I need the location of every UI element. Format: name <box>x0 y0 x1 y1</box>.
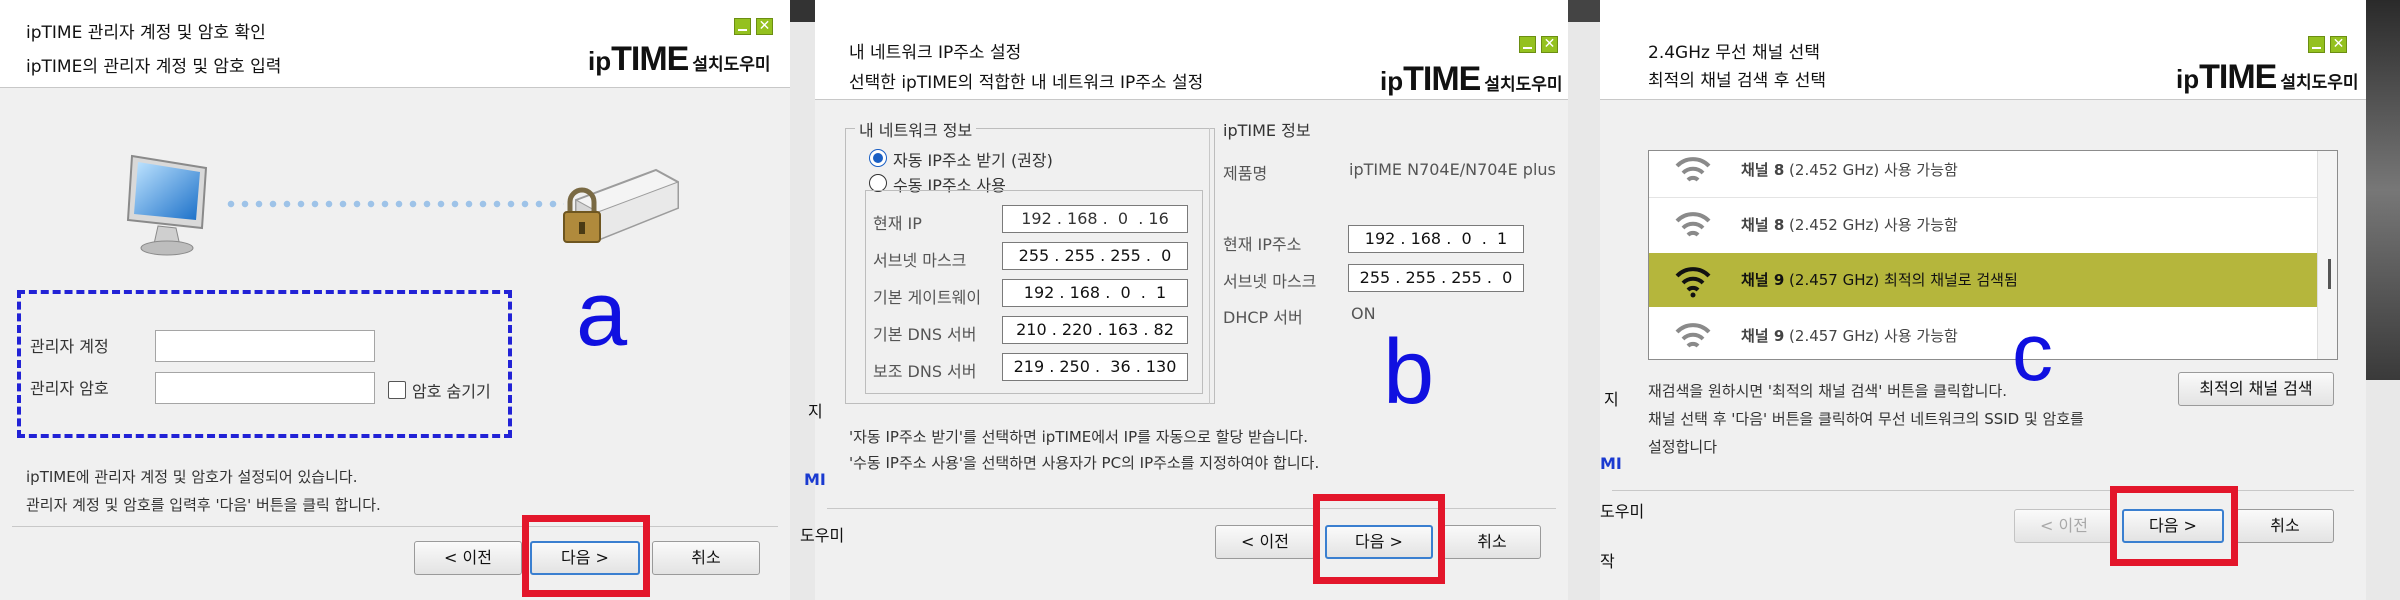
desktop-background-strip-2 <box>1568 0 1600 600</box>
dialog-subtitle: 선택한 ipTIME의 적합한 내 네트워크 IP주소 설정 <box>849 73 1204 93</box>
bg-text: 지 <box>808 402 823 421</box>
annotation-letter-a: a <box>576 263 628 365</box>
wifi-signal-icon <box>1675 267 1711 298</box>
field-gateway[interactable]: 192 . 168 . 0 . 1 <box>1002 279 1188 307</box>
cancel-button[interactable]: 취소 <box>652 541 760 575</box>
radio-auto-ip-label: 자동 IP주소 받기 (권장) <box>893 151 1053 170</box>
info-line-2: 채널 선택 후 '다음' 버튼을 클릭하여 무선 네트워크의 SSID 및 암호… <box>1648 410 2084 428</box>
back-button[interactable]: < 이전 <box>2014 509 2114 543</box>
bg-text: 도우미 <box>1600 502 1645 521</box>
field-label-gateway: 기본 게이트웨이 <box>873 288 982 307</box>
iptime-logo: ipTIME 설치도우미 <box>588 40 771 78</box>
annotation-letter-b: b <box>1383 321 1435 423</box>
iptime-info-group-title: ipTIME 정보 <box>1219 117 1315 141</box>
info-line-2: 관리자 계정 및 암호를 입력후 '다음' 버튼을 클릭 합니다. <box>26 496 381 514</box>
admin-pw-label: 관리자 암호 <box>30 379 109 398</box>
field-dns2[interactable]: 219 . 250 . 36 . 130 <box>1002 353 1188 381</box>
wifi-signal-icon <box>1675 157 1711 182</box>
dhcp-value: ON <box>1351 304 1376 323</box>
wifi-signal-icon <box>1675 212 1711 237</box>
hide-password-label: 암호 숨기기 <box>412 382 491 401</box>
pc-icon <box>126 154 208 256</box>
field-label-subnet: 서브넷 마스크 <box>873 251 967 270</box>
channel-row[interactable]: 채널 9 (2.457 GHz) 사용 가능함 <box>1649 309 2317 359</box>
info-line-1: 재검색을 원하시면 '최적의 채널 검색' 버튼을 클릭합니다. <box>1648 382 2008 400</box>
field-label-dns2: 보조 DNS 서버 <box>873 362 977 381</box>
minimize-button[interactable] <box>734 18 751 35</box>
hide-password-checkbox[interactable] <box>388 381 406 399</box>
wifi-signal-icon <box>1675 323 1711 348</box>
admin-id-label: 관리자 계정 <box>30 337 109 356</box>
router-ip-value: 192 . 168 . 0 . 1 <box>1348 225 1524 253</box>
field-dns1[interactable]: 210 . 220 . 163 . 82 <box>1002 316 1188 344</box>
close-button[interactable]: ✕ <box>2330 36 2347 53</box>
lock-icon <box>563 187 601 243</box>
channel-list[interactable]: 채널 8 (2.452 GHz) 사용 가능함 채널 8 (2.452 GHz)… <box>1648 150 2338 360</box>
next-button-highlight <box>522 515 650 597</box>
scroll-thumb[interactable] <box>2328 259 2331 289</box>
next-button-highlight <box>1313 494 1445 584</box>
close-button[interactable]: ✕ <box>756 18 773 35</box>
router-mask-label: 서브넷 마스크 <box>1223 272 1317 291</box>
router-ip-label: 현재 IP주소 <box>1223 235 1302 254</box>
iptime-logo: ipTIME 설치도우미 <box>2176 58 2359 96</box>
dialog-title: ipTIME 관리자 계정 및 암호 확인 <box>26 23 266 43</box>
my-network-group-title: 내 네트워크 정보 <box>855 117 977 141</box>
bg-text: 작 <box>1600 552 1615 571</box>
product-label: 제품명 <box>1223 164 1268 183</box>
connection-dots <box>224 200 564 208</box>
info-line-2: '수동 IP주소 사용'을 선택하면 사용자가 PC의 IP주소를 지정하여야 … <box>849 454 1320 472</box>
dialog-admin-account: ipTIME 관리자 계정 및 암호 확인 ipTIME의 관리자 계정 및 암… <box>0 0 790 600</box>
bg-text: 도우미 <box>800 526 845 545</box>
minimize-button[interactable] <box>1519 36 1536 53</box>
admin-id-input[interactable] <box>155 330 375 362</box>
radio-auto-ip[interactable] <box>869 149 887 167</box>
channel-row[interactable]: 채널 8 (2.452 GHz) 사용 가능함 <box>1649 151 2317 197</box>
back-button[interactable]: < 이전 <box>414 541 522 575</box>
field-label-current-ip: 현재 IP <box>873 214 922 233</box>
bg-text: MI <box>1600 454 1622 473</box>
dhcp-label: DHCP 서버 <box>1223 308 1303 327</box>
field-label-dns1: 기본 DNS 서버 <box>873 325 977 344</box>
bg-text: MI <box>804 470 826 489</box>
annotation-letter-c: c <box>2012 307 2053 398</box>
info-line-1: '자동 IP주소 받기'를 선택하면 ipTIME에서 IP를 자동으로 할당 … <box>849 428 1308 446</box>
channel-row[interactable]: 채널 8 (2.452 GHz) 사용 가능함 <box>1649 197 2317 251</box>
product-value: ipTIME N704E/N704E plus <box>1349 160 1556 179</box>
close-button[interactable]: ✕ <box>1541 36 1558 53</box>
field-current-ip[interactable]: 192 . 168 . 0 . 16 <box>1002 205 1188 233</box>
dialog-header: ipTIME 관리자 계정 및 암호 확인 ipTIME의 관리자 계정 및 암… <box>0 0 790 88</box>
router-mask-value: 255 . 255 . 255 . 0 <box>1348 264 1524 292</box>
dialog-wireless-channel: 2.4GHz 무선 채널 선택 최적의 채널 검색 후 선택 ipTIME 설치도… <box>1600 0 2366 600</box>
minimize-button[interactable] <box>2308 36 2325 53</box>
dialog-title: 내 네트워크 IP주소 설정 <box>849 43 1022 63</box>
iptime-logo: ipTIME 설치도우미 <box>1380 60 1563 98</box>
footer-separator <box>1612 490 2354 491</box>
optimal-channel-search-button[interactable]: 최적의 채널 검색 <box>2178 372 2334 406</box>
info-line-3: 설정합니다 <box>1648 438 1718 456</box>
info-line-1: ipTIME에 관리자 계정 및 암호가 설정되어 있습니다. <box>26 468 358 486</box>
channel-list-scrollbar[interactable] <box>2317 151 2337 359</box>
footer-separator <box>827 508 1556 509</box>
field-subnet[interactable]: 255 . 255 . 255 . 0 <box>1002 242 1188 270</box>
desktop-background-strip-1 <box>790 0 815 600</box>
bg-text: 지 <box>1604 390 1619 409</box>
admin-pw-input[interactable] <box>155 372 375 404</box>
dialog-subtitle: ipTIME의 관리자 계정 및 암호 입력 <box>26 57 282 77</box>
dialog-title: 2.4GHz 무선 채널 선택 <box>1648 43 1820 63</box>
back-button[interactable]: < 이전 <box>1215 525 1315 559</box>
credentials-highlight-box <box>17 290 512 438</box>
cancel-button[interactable]: 취소 <box>1443 525 1541 559</box>
desktop-background-strip-3 <box>2366 0 2400 600</box>
next-button-highlight <box>2110 486 2238 566</box>
dialog-header: 내 네트워크 IP주소 설정 선택한 ipTIME의 적합한 내 네트워크 IP… <box>815 0 1568 100</box>
cancel-button[interactable]: 취소 <box>2236 509 2334 543</box>
dialog-header: 2.4GHz 무선 채널 선택 최적의 채널 검색 후 선택 ipTIME 설치도… <box>1600 0 2366 100</box>
dialog-subtitle: 최적의 채널 검색 후 선택 <box>1648 71 1827 91</box>
dialog-network-ip: 내 네트워크 IP주소 설정 선택한 ipTIME의 적합한 내 네트워크 IP… <box>815 0 1568 600</box>
channel-row-selected[interactable]: 채널 9 (2.457 GHz) 최적의 채널로 검색됨 <box>1649 253 2317 307</box>
footer-separator <box>12 526 778 527</box>
